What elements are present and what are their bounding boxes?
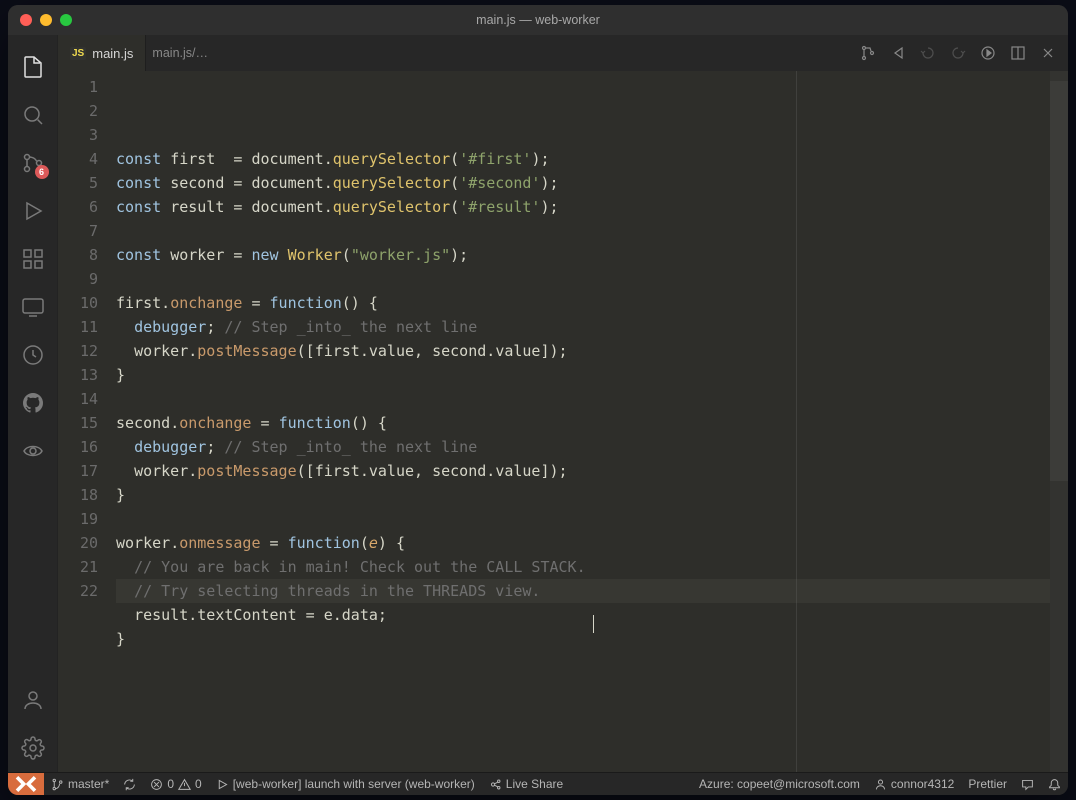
title-bar: main.js — web-worker bbox=[8, 5, 1068, 35]
search-icon[interactable] bbox=[9, 91, 57, 139]
tab-main-js[interactable]: JS main.js bbox=[58, 35, 146, 71]
run-file-icon[interactable] bbox=[980, 45, 996, 61]
go-forward-icon[interactable] bbox=[950, 45, 966, 61]
window-controls bbox=[8, 14, 72, 26]
line-gutter: 12345678910111213141516171819202122 bbox=[58, 71, 116, 772]
extensions-icon[interactable] bbox=[9, 235, 57, 283]
close-tab-icon[interactable] bbox=[1040, 45, 1056, 61]
editor-actions bbox=[860, 35, 1068, 71]
remote-explorer-icon[interactable] bbox=[9, 283, 57, 331]
run-previous-icon[interactable] bbox=[890, 45, 906, 61]
source-control-icon[interactable]: 6 bbox=[9, 139, 57, 187]
breadcrumb[interactable]: main.js/… bbox=[146, 35, 208, 71]
notifications-icon[interactable] bbox=[1041, 773, 1068, 795]
js-file-icon: JS bbox=[70, 47, 86, 60]
code-content[interactable]: const first = document.querySelector('#f… bbox=[116, 71, 1050, 772]
minimize-window-button[interactable] bbox=[40, 14, 52, 26]
account-status[interactable]: connor4312 bbox=[867, 773, 961, 795]
live-share-activity-icon[interactable] bbox=[9, 427, 57, 475]
tab-filename: main.js bbox=[92, 46, 133, 61]
sync-status[interactable] bbox=[116, 773, 143, 795]
maximize-window-button[interactable] bbox=[60, 14, 72, 26]
close-window-button[interactable] bbox=[20, 14, 32, 26]
code-editor[interactable]: 12345678910111213141516171819202122 cons… bbox=[58, 71, 1068, 772]
compare-changes-icon[interactable] bbox=[860, 45, 876, 61]
git-branch-status[interactable]: master* bbox=[44, 773, 116, 795]
live-share-status[interactable]: Live Share bbox=[482, 773, 570, 795]
editor-window: main.js — web-worker 6 bbox=[8, 5, 1068, 795]
split-editor-icon[interactable] bbox=[1010, 45, 1026, 61]
explorer-icon[interactable] bbox=[9, 43, 57, 91]
settings-gear-icon[interactable] bbox=[9, 724, 57, 772]
feedback-icon[interactable] bbox=[1014, 773, 1041, 795]
formatter-status[interactable]: Prettier bbox=[961, 773, 1014, 795]
run-debug-icon[interactable] bbox=[9, 187, 57, 235]
debug-launch-status[interactable]: [web-worker] launch with server (web-wor… bbox=[209, 773, 482, 795]
remote-indicator[interactable] bbox=[8, 773, 44, 795]
activity-bar: 6 bbox=[8, 35, 58, 772]
github-icon[interactable] bbox=[9, 379, 57, 427]
status-bar: master* 0 0 [web-worker] launch with ser… bbox=[8, 772, 1068, 795]
minimap[interactable] bbox=[1050, 71, 1068, 772]
go-back-icon[interactable] bbox=[920, 45, 936, 61]
scm-badge: 6 bbox=[35, 165, 49, 179]
testing-icon[interactable] bbox=[9, 331, 57, 379]
problems-status[interactable]: 0 0 bbox=[143, 773, 208, 795]
minimap-thumb[interactable] bbox=[1050, 81, 1068, 481]
window-title: main.js — web-worker bbox=[8, 13, 1068, 27]
accounts-icon[interactable] bbox=[9, 676, 57, 724]
tab-bar: JS main.js main.js/… bbox=[58, 35, 1068, 71]
azure-account-status[interactable]: Azure: copeet@microsoft.com bbox=[692, 773, 867, 795]
